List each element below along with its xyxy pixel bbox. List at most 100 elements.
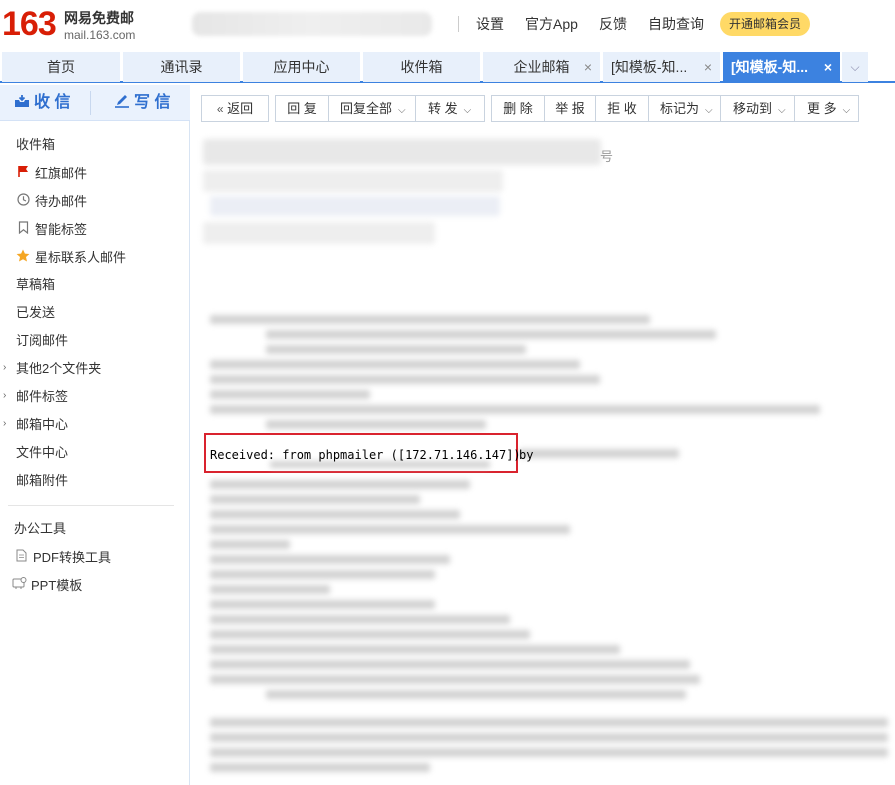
tab-label: 收件箱 [400,59,443,75]
mark-as-label: 标记为 [660,101,700,116]
vip-membership-button[interactable]: 开通邮箱会员 [720,12,810,36]
sidebar-item-starred-contacts[interactable]: 星标联系人邮件 [16,249,126,266]
blurred-line [210,660,690,669]
sidebar-divider [8,505,174,506]
tab-home[interactable]: 首页 [2,52,120,82]
sidebar-item-label: 邮箱中心 [16,417,69,432]
tab-mail-1[interactable]: [知模板-知... × [603,52,720,82]
pdf-file-icon [14,549,28,566]
ppt-template-icon [12,577,27,594]
sidebar-item-drafts[interactable]: 草稿箱 [16,277,55,293]
sidebar-item-red-flag[interactable]: 红旗邮件 [16,165,87,182]
blurred-line [266,330,716,339]
sidebar-item-subscriptions[interactable]: 订阅邮件 [16,333,68,349]
blurred-line [266,690,686,699]
sidebar-item-inbox[interactable]: 收件箱 [16,137,55,153]
chevron-down-icon[interactable]: ⌵ [843,105,851,116]
sidebar-item-pdf-tool[interactable]: PDF转换工具 [14,549,111,566]
double-chevron-left-icon: « [216,102,224,116]
sidebar-item-sent[interactable]: 已发送 [16,305,55,321]
received-header-line: Received: from phpmailer ([172.71.146.14… [210,448,521,462]
tab-contacts[interactable]: 通讯录 [123,52,240,82]
delete-button[interactable]: 删 除 [491,95,545,122]
receive-mail-button[interactable]: 收 信 [14,85,70,121]
tab-inbox[interactable]: 收件箱 [363,52,480,82]
sidebar-item-label: 订阅邮件 [16,333,69,348]
tab-mail-2-active[interactable]: [知模板-知... × [723,52,840,82]
official-app-link[interactable]: 官方App [525,15,578,33]
chevron-down-icon[interactable]: ⌵ [705,105,713,116]
sidebar-item-other-folders[interactable]: 其他2个文件夹 [16,361,101,377]
blurred-line [210,555,450,564]
sidebar-item-label: 收件箱 [16,137,56,152]
chevron-right-icon[interactable]: › [3,418,6,429]
blurred-line [519,449,679,458]
reply-all-button[interactable]: 回复全部 ⌵ [328,95,416,122]
self-help-link[interactable]: 自助查询 [648,15,704,33]
blurred-line [266,420,486,429]
sidebar-item-attachments[interactable]: 邮箱附件 [16,473,68,489]
tab-bar: 首页 通讯录 应用中心 收件箱 企业邮箱 × [知模板-知... × [知模板-知.… [0,50,895,83]
reply-button[interactable]: 回 复 [275,95,329,122]
logo-name[interactable]: 网易免费邮 [64,10,134,26]
blurred-line [210,733,888,742]
divider [90,91,91,115]
back-button[interactable]: « 返回 [201,95,269,122]
blurred-line [210,540,290,549]
logo-number[interactable]: 163 [2,4,57,44]
sidebar-item-ppt-template[interactable]: PPT模板 [12,577,82,594]
chevron-down-icon[interactable]: ⌵ [398,105,406,116]
chevron-right-icon[interactable]: › [3,362,6,373]
blurred-line [270,461,490,468]
tab-label: 通讯录 [160,59,203,75]
blurred-line [210,480,470,489]
blurred-recipient [210,196,500,216]
partial-char: 号 [600,149,614,164]
more-button[interactable]: 更 多 ⌵ [794,95,859,122]
blurred-line [210,675,700,684]
sidebar-item-mail-labels[interactable]: 邮件标签 [16,389,68,405]
pen-icon [115,95,129,108]
sidebar-item-smart-tags[interactable]: 智能标签 [16,221,87,238]
tab-app-center[interactable]: 应用中心 [243,52,360,82]
chevron-down-icon[interactable]: ⌵ [778,105,786,116]
reject-button[interactable]: 拒 收 [595,95,649,122]
tab-enterprise-mail[interactable]: 企业邮箱 × [483,52,600,82]
blurred-sender [203,170,503,192]
close-icon[interactable]: × [824,52,832,82]
blurred-line [266,345,526,354]
blurred-line [210,360,580,369]
sidebar-item-label: 草稿箱 [16,277,56,292]
blurred-line [210,748,888,757]
close-icon[interactable]: × [704,52,712,82]
settings-link[interactable]: 设置 [476,15,504,33]
tab-label: 企业邮箱 [513,59,570,75]
move-to-label: 移动到 [733,101,773,116]
blurred-line [210,375,600,384]
tab-label: [知模板-知... [611,59,688,75]
move-to-button[interactable]: 移动到 ⌵ [720,95,795,122]
sidebar-item-label: 已发送 [16,305,56,320]
compose-mail-button[interactable]: 写 信 [114,85,170,121]
chevron-down-icon[interactable]: ⌵ [464,105,472,116]
blurred-account-info [192,12,432,36]
feedback-link[interactable]: 反馈 [599,15,627,33]
receive-label: 收 信 [34,94,71,111]
sidebar-item-todo[interactable]: 待办邮件 [16,193,87,210]
report-button[interactable]: 举 报 [544,95,596,122]
mark-as-button[interactable]: 标记为 ⌵ [648,95,721,122]
chevron-down-icon[interactable]: ⌵ [842,52,868,82]
sidebar-item-mail-center[interactable]: 邮箱中心 [16,417,68,433]
chevron-right-icon[interactable]: › [3,390,6,401]
logo-url: mail.163.com [64,28,136,42]
clock-icon [16,193,30,210]
blurred-subject [203,139,601,165]
forward-button[interactable]: 转 发 ⌵ [415,95,485,122]
blurred-line [210,615,510,624]
back-label: 返回 [227,101,254,116]
sidebar-item-label: 智能标签 [35,222,88,237]
inbox-receive-icon [15,95,29,107]
sidebar-item-label: 文件中心 [16,445,69,460]
close-icon[interactable]: × [584,52,592,82]
sidebar-item-file-center[interactable]: 文件中心 [16,445,68,461]
